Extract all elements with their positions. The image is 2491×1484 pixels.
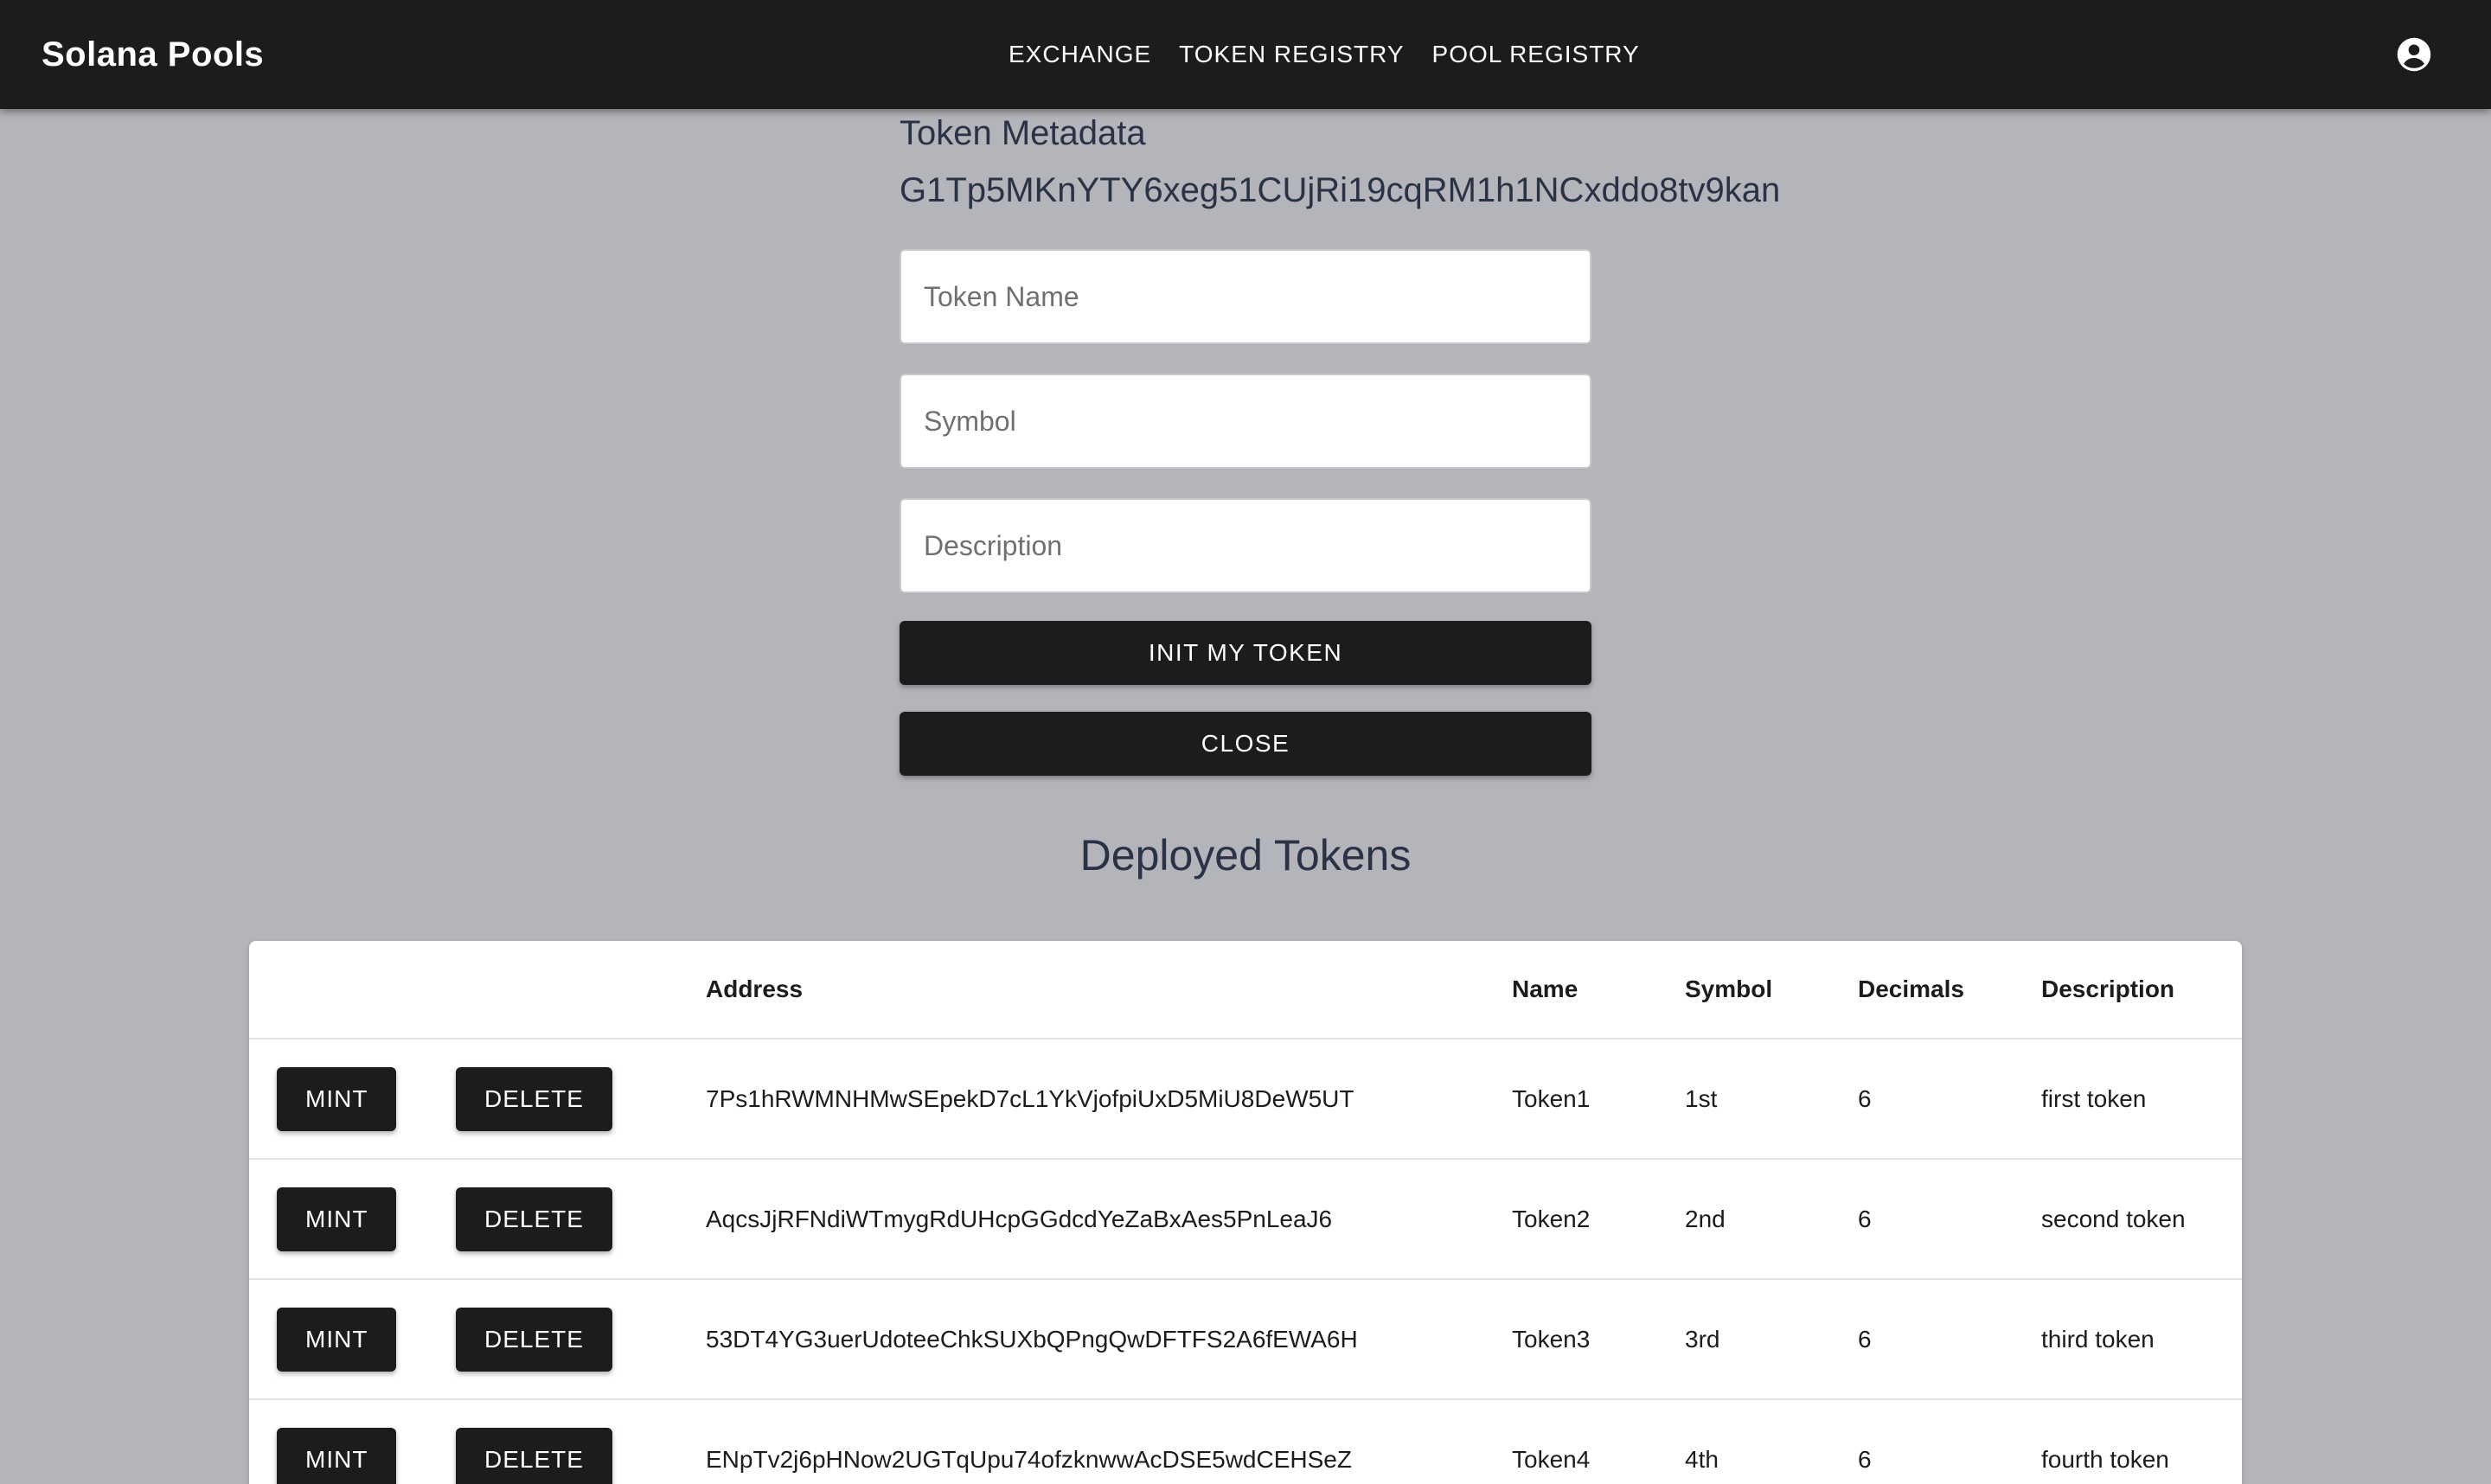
brand-title[interactable]: Solana Pools bbox=[42, 0, 264, 109]
delete-button[interactable]: DELETE bbox=[456, 1066, 612, 1131]
token-description-cell: third token bbox=[2041, 1279, 2242, 1400]
nav-token-registry[interactable]: TOKEN REGISTRY bbox=[1165, 30, 1418, 79]
token-decimals-cell: 6 bbox=[1858, 1039, 2041, 1160]
mint-button[interactable]: MINT bbox=[277, 1427, 397, 1484]
init-token-button[interactable]: INIT MY TOKEN bbox=[900, 621, 1591, 685]
nav-exchange[interactable]: EXCHANGE bbox=[995, 30, 1165, 79]
mint-button[interactable]: MINT bbox=[277, 1187, 397, 1251]
delete-button[interactable]: DELETE bbox=[456, 1187, 612, 1251]
delete-button[interactable]: DELETE bbox=[456, 1427, 612, 1484]
token-decimals-cell: 6 bbox=[1858, 1279, 2041, 1400]
token-address-cell: 53DT4YG3uerUdoteeChkSUXbQPngQwDFTFS2A6fE… bbox=[706, 1279, 1512, 1400]
account-circle-icon[interactable] bbox=[2396, 36, 2432, 73]
close-button[interactable]: CLOSE bbox=[900, 712, 1591, 776]
token-name-cell: Token1 bbox=[1512, 1039, 1685, 1160]
header-symbol: Symbol bbox=[1685, 941, 1858, 1039]
form-title: Token Metadata bbox=[900, 114, 1146, 152]
table-row: MINT DELETE ENpTv2j6pHNow2UGTqUpu74ofzkn… bbox=[249, 1399, 2242, 1484]
header-name: Name bbox=[1512, 941, 1685, 1039]
token-symbol-cell: 2nd bbox=[1685, 1159, 1858, 1280]
header-description: Description bbox=[2041, 941, 2242, 1039]
token-name-cell: Token2 bbox=[1512, 1159, 1685, 1280]
header-mint bbox=[249, 941, 442, 1039]
token-description-cell: fourth token bbox=[2041, 1399, 2242, 1484]
mint-button[interactable]: MINT bbox=[277, 1066, 397, 1131]
description-input[interactable] bbox=[900, 498, 1591, 593]
token-address-cell: AqcsJjRFNdiWTmygRdUHcpGGdcdYeZaBxAes5PnL… bbox=[706, 1159, 1512, 1280]
symbol-input[interactable] bbox=[900, 374, 1591, 469]
token-address-cell: ENpTv2j6pHNow2UGTqUpu74ofzknwwAcDSE5wdCE… bbox=[706, 1399, 1512, 1484]
token-name-input[interactable] bbox=[900, 249, 1591, 344]
header-decimals: Decimals bbox=[1858, 941, 2041, 1039]
main-nav: EXCHANGE TOKEN REGISTRY POOL REGISTRY bbox=[995, 0, 1654, 109]
table-row: MINT DELETE AqcsJjRFNdiWTmygRdUHcpGGdcdY… bbox=[249, 1159, 2242, 1280]
table-row: MINT DELETE 7Ps1hRWMNHMwSEpekD7cL1YkVjof… bbox=[249, 1039, 2242, 1160]
mint-button[interactable]: MINT bbox=[277, 1307, 397, 1372]
token-decimals-cell: 6 bbox=[1858, 1159, 2041, 1280]
token-name-cell: Token3 bbox=[1512, 1279, 1685, 1400]
table-row: MINT DELETE 53DT4YG3uerUdoteeChkSUXbQPng… bbox=[249, 1279, 2242, 1400]
token-symbol-cell: 4th bbox=[1685, 1399, 1858, 1484]
header-delete bbox=[442, 941, 706, 1039]
token-description-cell: first token bbox=[2041, 1039, 2242, 1160]
token-symbol-cell: 1st bbox=[1685, 1039, 1858, 1160]
nav-pool-registry[interactable]: POOL REGISTRY bbox=[1418, 30, 1654, 79]
token-address-cell: 7Ps1hRWMNHMwSEpekD7cL1YkVjofpiUxD5MiU8De… bbox=[706, 1039, 1512, 1160]
table-header-row: Address Name Symbol Decimals Description bbox=[249, 941, 2242, 1039]
token-name-cell: Token4 bbox=[1512, 1399, 1685, 1484]
header-address: Address bbox=[706, 941, 1512, 1039]
token-decimals-cell: 6 bbox=[1858, 1399, 2041, 1484]
deployed-tokens-table: Address Name Symbol Decimals Description… bbox=[249, 941, 2242, 1484]
deployed-tokens-title: Deployed Tokens bbox=[1079, 831, 1412, 880]
delete-button[interactable]: DELETE bbox=[456, 1307, 612, 1372]
token-description-cell: second token bbox=[2041, 1159, 2242, 1280]
app-bar: Solana Pools EXCHANGE TOKEN REGISTRY POO… bbox=[0, 0, 2491, 109]
token-symbol-cell: 3rd bbox=[1685, 1279, 1858, 1400]
token-address: G1Tp5MKnYTY6xeg51CUjRi19cqRM1h1NCxddo8tv… bbox=[900, 171, 1781, 209]
